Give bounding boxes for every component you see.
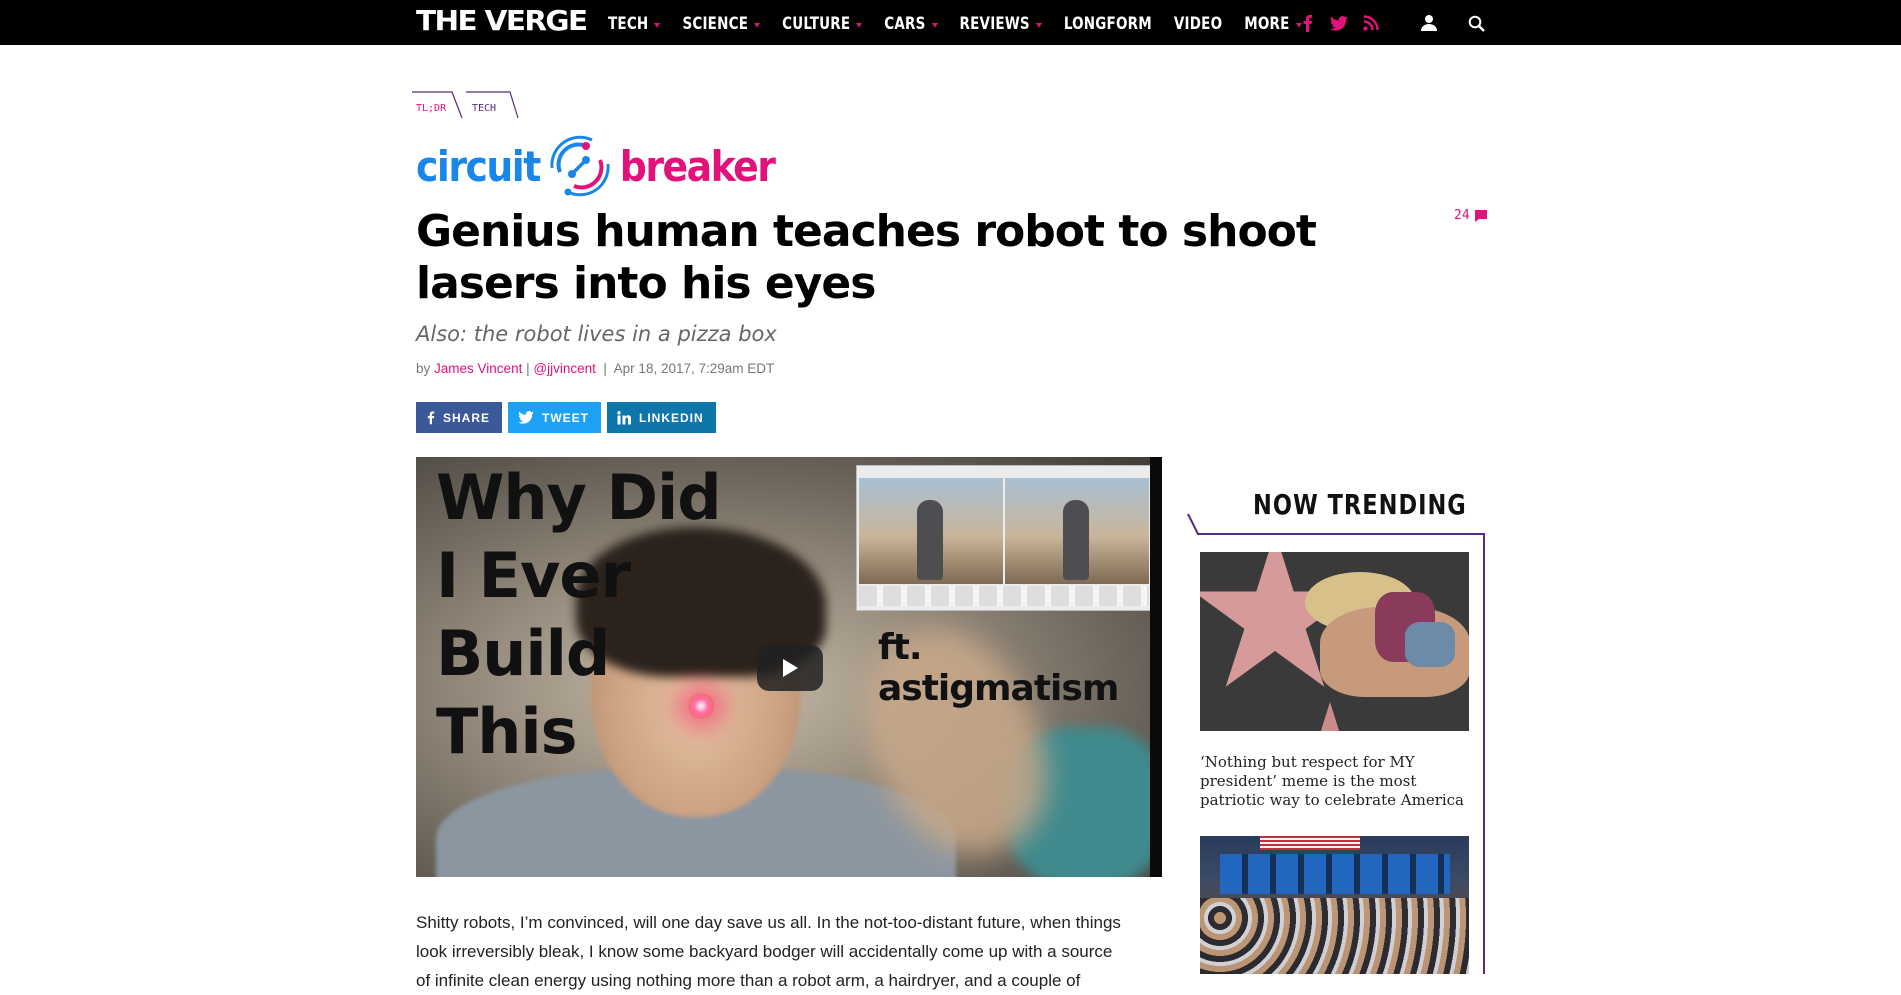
nav-label: SCIENCE — [682, 12, 749, 33]
body-line: of infinite clean energy using nothing m… — [416, 971, 1081, 990]
overlay-line: Build — [436, 617, 610, 690]
breadcrumb-link-tech[interactable]: TECH — [472, 103, 496, 114]
byline-separator: | — [526, 361, 530, 376]
share-label: LINKEDIN — [639, 410, 704, 425]
trending-caption[interactable]: ‘Nothing but respect for MY president’ m… — [1200, 753, 1469, 810]
facebook-icon — [426, 410, 435, 425]
overlay-line: This — [436, 695, 578, 768]
video-edge — [1150, 457, 1162, 877]
share-label: SHARE — [443, 410, 491, 425]
video-player[interactable]: Why Did I Ever Build This ft. astigmatis… — [416, 457, 1162, 877]
article-title: Genius human teaches robot to shoot lase… — [416, 206, 1317, 309]
nav-item-video[interactable]: VIDEO — [1174, 12, 1222, 33]
author-link[interactable]: James Vincent — [434, 361, 522, 376]
section-brand[interactable]: circuit breaker — [416, 134, 776, 198]
nav-item-culture[interactable]: CULTURE — [782, 12, 863, 33]
share-linkedin-button[interactable]: LINKEDIN — [607, 402, 716, 433]
brand-word-right: breaker — [619, 141, 776, 191]
facebook-icon[interactable] — [1296, 12, 1318, 34]
brand-word-left: circuit — [416, 141, 541, 191]
comment-count-link[interactable]: 24 — [1454, 208, 1487, 223]
twitter-icon[interactable] — [1328, 12, 1350, 34]
inset-controls — [859, 586, 1149, 606]
comment-icon — [1474, 209, 1487, 222]
circuit-breaker-logo-icon — [550, 135, 610, 197]
site-logo[interactable]: THE VERGE — [416, 6, 588, 36]
play-button[interactable] — [757, 645, 823, 691]
share-facebook-button[interactable]: SHARE — [416, 402, 503, 433]
main-nav: TECH SCIENCE CULTURE CARS REVIEWS LONGFO… — [608, 0, 1324, 45]
inset-thumb — [859, 478, 1003, 584]
share-label: TWEET — [542, 410, 590, 425]
share-twitter-button[interactable]: TWEET — [508, 402, 602, 433]
nav-item-more[interactable]: MORE — [1244, 12, 1302, 33]
body-line: Shitty robots, I’m convinced, will one d… — [416, 913, 1121, 932]
trending-heading: NOW TRENDING — [1253, 488, 1467, 521]
linkedin-icon — [617, 410, 632, 425]
top-navigation-bar: THE VERGE TECH SCIENCE CULTURE CARS REVI… — [0, 0, 1901, 45]
user-icon[interactable] — [1418, 12, 1440, 34]
video-inset-screenshot — [856, 465, 1154, 611]
caret-down-icon — [931, 21, 938, 27]
caret-down-icon — [856, 21, 863, 27]
trending-item[interactable] — [1200, 836, 1469, 974]
nav-item-reviews[interactable]: REVIEWS — [960, 12, 1042, 33]
overlay-line: I Ever — [436, 539, 631, 612]
nav-label: VIDEO — [1173, 12, 1223, 33]
nav-item-tech[interactable]: TECH — [608, 12, 661, 33]
nav-item-cars[interactable]: CARS — [884, 12, 938, 33]
author-twitter-link[interactable]: @jjvincent — [533, 361, 595, 376]
nav-label: LONGFORM — [1063, 12, 1152, 33]
breadcrumb-link-tldr[interactable]: TL;DR — [416, 103, 446, 114]
nav-label: MORE — [1244, 12, 1290, 33]
nav-item-science[interactable]: SCIENCE — [682, 12, 761, 33]
nav-item-longform[interactable]: LONGFORM — [1064, 12, 1152, 33]
article-body: Shitty robots, I’m convinced, will one d… — [416, 908, 1166, 995]
publish-date: Apr 18, 2017, 7:29am EDT — [613, 361, 775, 376]
nav-label: CULTURE — [782, 12, 851, 33]
byline: by James Vincent | @jjvincent | Apr 18, … — [416, 361, 774, 376]
trending-image[interactable] — [1200, 552, 1469, 731]
search-icon[interactable] — [1465, 12, 1487, 34]
play-icon — [783, 659, 798, 677]
caret-down-icon — [1035, 21, 1042, 27]
caret-down-icon — [754, 21, 761, 27]
caret-down-icon — [654, 21, 661, 27]
nav-label: CARS — [884, 12, 926, 33]
article-dek: Also: the robot lives in a pizza box — [416, 322, 777, 346]
nav-label: TECH — [608, 12, 649, 33]
comment-count: 24 — [1454, 208, 1470, 223]
byline-separator: | — [603, 361, 607, 376]
byline-prefix: by — [416, 361, 431, 376]
trending-image[interactable] — [1200, 836, 1469, 974]
body-line: look irreversibly bleak, I know some bac… — [416, 942, 1113, 961]
nav-label: REVIEWS — [959, 12, 1030, 33]
video-overlay-text: Why Did I Ever Build This — [436, 459, 722, 771]
rss-icon[interactable] — [1360, 12, 1382, 34]
trending-item[interactable]: ‘Nothing but respect for MY president’ m… — [1200, 552, 1469, 810]
overlay-line: Why Did — [436, 461, 722, 534]
video-overlay-right: ft. astigmatism — [878, 627, 1119, 709]
share-buttons: SHARE TWEET LINKEDIN — [416, 402, 716, 433]
inset-thumb — [1005, 478, 1149, 584]
twitter-icon — [518, 411, 534, 424]
